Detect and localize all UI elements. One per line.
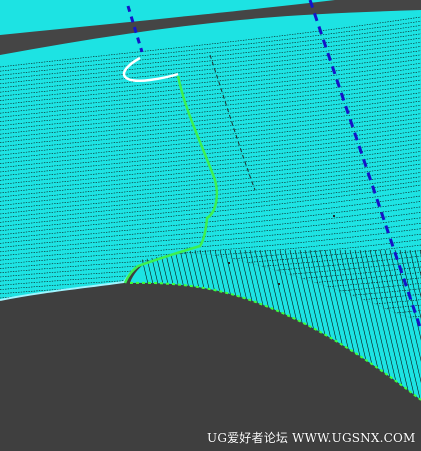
model-scene[interactable] — [0, 0, 421, 451]
watermark-text: UG爱好者论坛 WWW.UGSNX.COM — [207, 431, 416, 445]
cad-3d-viewport[interactable]: UG爱好者论坛 WWW.UGSNX.COM — [0, 0, 421, 451]
